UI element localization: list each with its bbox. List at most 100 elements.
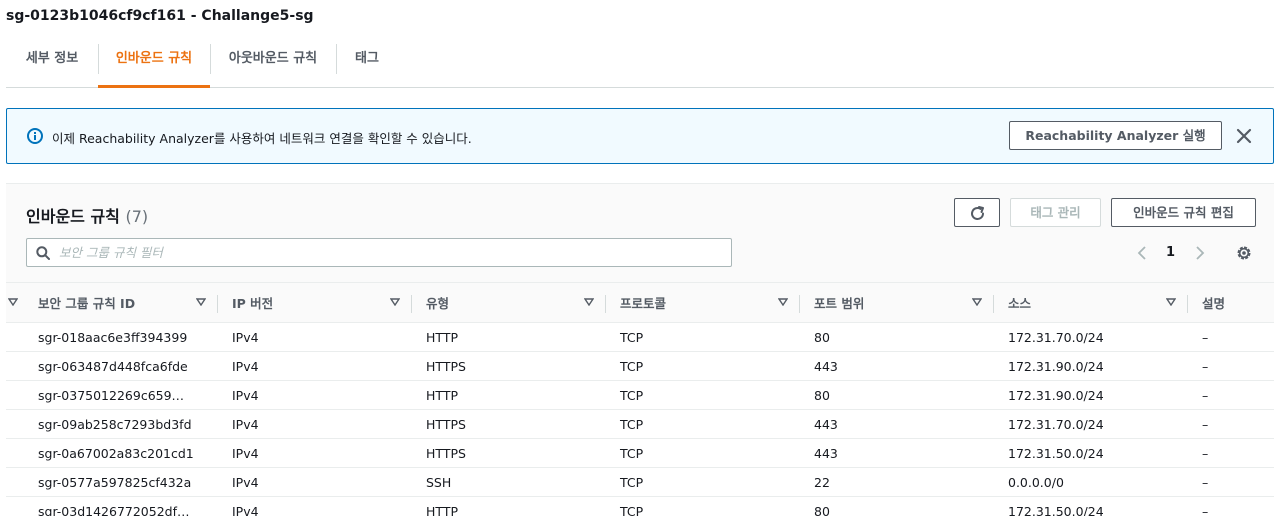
column-header[interactable]: 유형: [412, 282, 606, 323]
info-icon: [27, 128, 43, 144]
table-cell: 443: [800, 438, 994, 468]
sort-caret-icon[interactable]: [196, 298, 206, 306]
table-cell: 80: [800, 380, 994, 410]
settings-icon[interactable]: [1235, 244, 1253, 262]
search-icon: [36, 246, 50, 260]
table-cell: HTTP: [412, 380, 606, 410]
column-header-label: 보안 그룹 규칙 ID: [38, 296, 136, 311]
tab-bar: 세부 정보 인바운드 규칙 아웃바운드 규칙 태그: [6, 44, 1274, 88]
chevron-right-icon[interactable]: [1192, 244, 1208, 262]
row-select-cell[interactable]: [6, 351, 24, 381]
row-select-cell[interactable]: [6, 322, 24, 352]
table-cell: 172.31.50.0/24: [994, 496, 1188, 516]
sort-caret-icon[interactable]: [390, 298, 400, 306]
row-select-cell[interactable]: [6, 438, 24, 468]
tab-outbound-rules[interactable]: 아웃바운드 규칙: [210, 44, 336, 88]
column-header-label: 포트 범위: [814, 296, 865, 311]
table-cell: 22: [800, 467, 994, 497]
manage-tags-button[interactable]: 태그 관리: [1010, 198, 1101, 227]
column-header[interactable]: 소스: [994, 282, 1188, 323]
column-header[interactable]: IP 버전: [218, 282, 412, 323]
refresh-button[interactable]: [954, 198, 1000, 227]
column-header-label: 유형: [426, 296, 450, 311]
row-select-cell[interactable]: [6, 409, 24, 439]
inbound-rules-panel: 인바운드 규칙 (7) 태그 관리 인바운드 규칙 편집 1: [6, 183, 1274, 516]
rule-count: (7): [125, 207, 149, 226]
table-cell: –: [1188, 438, 1274, 468]
sort-caret-icon[interactable]: [8, 298, 18, 306]
table-cell: –: [1188, 351, 1274, 381]
tab-inbound-rules[interactable]: 인바운드 규칙: [98, 44, 210, 88]
table-cell: IPv4: [218, 467, 412, 497]
column-header[interactable]: 프로토콜: [606, 282, 800, 323]
table-cell: –: [1188, 467, 1274, 497]
table-cell: 443: [800, 409, 994, 439]
table-cell: TCP: [606, 380, 800, 410]
column-header[interactable]: 포트 범위: [800, 282, 994, 323]
table-cell: IPv4: [218, 351, 412, 381]
chevron-left-icon[interactable]: [1134, 244, 1150, 262]
rules-table: 보안 그룹 규칙 ID IP 버전 유형 프로토콜 포트 범위 소스 설명 sg…: [6, 282, 1274, 516]
table-row[interactable]: sgr-063487d448fca6fde IPv4 HTTPS TCP 443 172.…: [6, 351, 1274, 381]
table-row[interactable]: sgr-0577a597825cf432a IPv4 SSH TCP 22 0.0.0.0…: [6, 467, 1274, 497]
sort-caret-icon[interactable]: [972, 298, 982, 306]
sort-caret-icon[interactable]: [778, 298, 788, 306]
table-cell: 80: [800, 496, 994, 516]
close-icon[interactable]: [1235, 127, 1253, 145]
column-header-label: 프로토콜: [620, 296, 667, 311]
table-header-row: 보안 그룹 규칙 ID IP 버전 유형 프로토콜 포트 범위 소스 설명: [6, 282, 1274, 323]
sort-caret-icon[interactable]: [1166, 298, 1176, 306]
table-cell: TCP: [606, 409, 800, 439]
table-cell: IPv4: [218, 409, 412, 439]
column-header-label: 설명: [1202, 296, 1226, 311]
column-header[interactable]: 설명: [1188, 282, 1274, 323]
table-cell: TCP: [606, 438, 800, 468]
rules-table-wrapper: 보안 그룹 규칙 ID IP 버전 유형 프로토콜 포트 범위 소스 설명 sg…: [6, 282, 1274, 516]
table-cell: HTTPS: [412, 438, 606, 468]
column-header-label: IP 버전: [232, 296, 274, 311]
table-cell: 80: [800, 322, 994, 352]
table-row[interactable]: sgr-018aac6e3ff394399 IPv4 HTTP TCP 80 172.31…: [6, 322, 1274, 352]
row-select-cell[interactable]: [6, 467, 24, 497]
search-input[interactable]: [59, 242, 719, 263]
table-cell: TCP: [606, 322, 800, 352]
reachability-analyzer-button[interactable]: Reachability Analyzer 실행: [1009, 121, 1222, 150]
panel-title-text: 인바운드 규칙: [26, 207, 120, 226]
tab-details[interactable]: 세부 정보: [6, 44, 98, 88]
panel-title: 인바운드 규칙 (7): [26, 203, 148, 227]
table-cell: IPv4: [218, 496, 412, 516]
edit-inbound-rules-button[interactable]: 인바운드 규칙 편집: [1111, 198, 1256, 227]
table-cell: sgr-0577a597825cf432a: [24, 467, 218, 497]
table-cell: 443: [800, 351, 994, 381]
table-cell: 172.31.90.0/24: [994, 351, 1188, 381]
column-header-label: 소스: [1008, 296, 1032, 311]
row-select-cell[interactable]: [6, 496, 24, 516]
table-row[interactable]: sgr-0375012269c659… IPv4 HTTP TCP 80 172.31.9…: [6, 380, 1274, 410]
table-cell: sgr-0a67002a83c201cd1: [24, 438, 218, 468]
table-cell: 172.31.70.0/24: [994, 322, 1188, 352]
table-cell: sgr-063487d448fca6fde: [24, 351, 218, 381]
table-cell: HTTPS: [412, 409, 606, 439]
sort-caret-icon[interactable]: [584, 298, 594, 306]
table-cell: HTTP: [412, 496, 606, 516]
info-alert: 이제 Reachability Analyzer를 사용하여 네트워크 연결을 …: [6, 108, 1274, 164]
table-cell: 0.0.0.0/0: [994, 467, 1188, 497]
column-header[interactable]: 보안 그룹 규칙 ID: [24, 282, 218, 323]
table-cell: –: [1188, 409, 1274, 439]
table-cell: IPv4: [218, 438, 412, 468]
page-number[interactable]: 1: [1166, 245, 1175, 260]
tab-tags[interactable]: 태그: [336, 44, 398, 88]
table-cell: IPv4: [218, 380, 412, 410]
table-cell: sgr-09ab258c7293bd3fd: [24, 409, 218, 439]
table-row[interactable]: sgr-0a67002a83c201cd1 IPv4 HTTPS TCP 443 172.…: [6, 438, 1274, 468]
alert-message: 이제 Reachability Analyzer를 사용하여 네트워크 연결을 …: [52, 131, 472, 146]
table-row[interactable]: sgr-03d1426772052df… IPv4 HTTP TCP 80 172.31.…: [6, 496, 1274, 516]
table-cell: –: [1188, 496, 1274, 516]
table-cell: –: [1188, 322, 1274, 352]
table-cell: IPv4: [218, 322, 412, 352]
rule-filter: [26, 238, 732, 267]
row-select-cell[interactable]: [6, 380, 24, 410]
table-row[interactable]: sgr-09ab258c7293bd3fd IPv4 HTTPS TCP 443 172.…: [6, 409, 1274, 439]
select-column-header: [6, 282, 24, 323]
table-cell: –: [1188, 380, 1274, 410]
